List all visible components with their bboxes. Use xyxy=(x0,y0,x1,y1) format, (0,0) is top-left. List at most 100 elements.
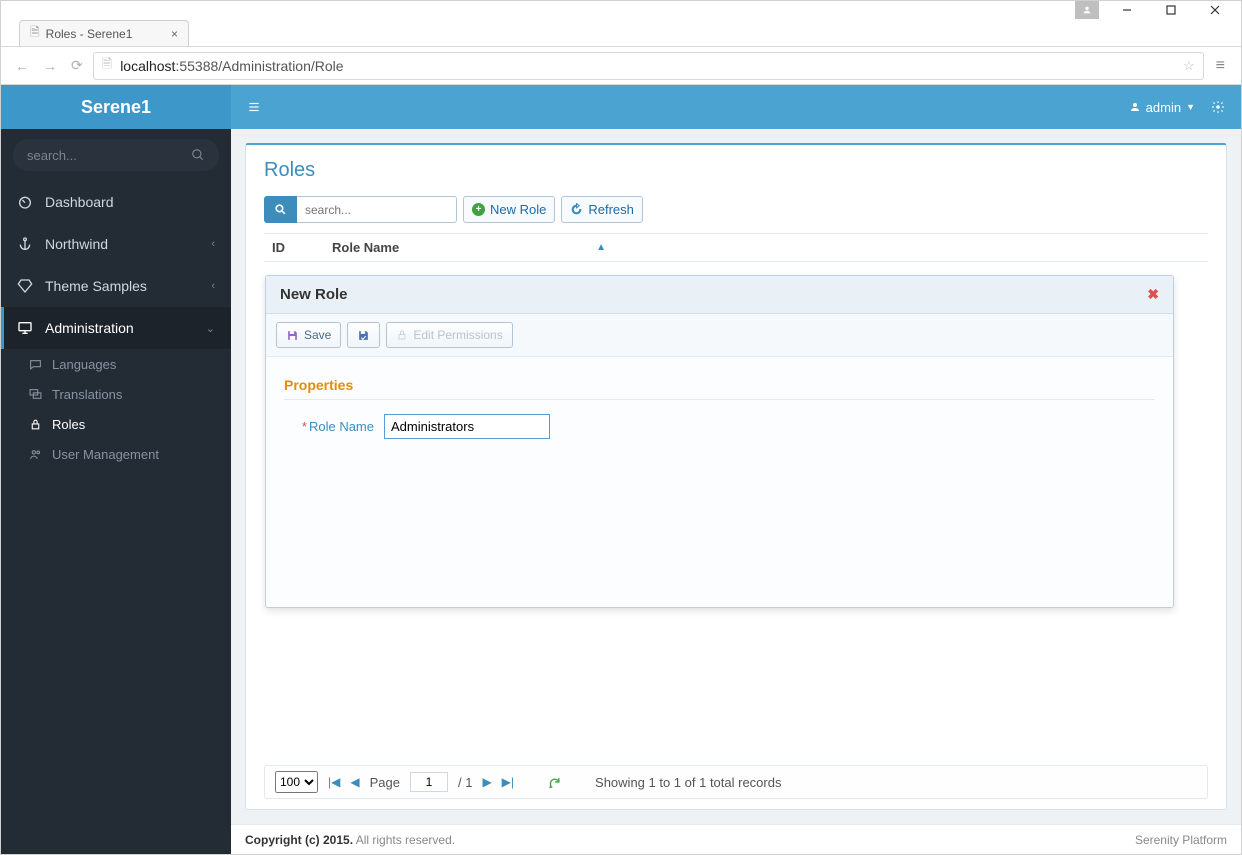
os-user-badge xyxy=(1075,1,1099,19)
main-area: Roles + New Role xyxy=(231,129,1241,824)
save-button[interactable]: Save xyxy=(276,322,341,348)
button-label: Edit Permissions xyxy=(413,328,502,342)
sidebar-search-input[interactable] xyxy=(27,148,169,163)
sidebar-item-themes[interactable]: Theme Samples ‹ xyxy=(1,265,231,307)
sidebar-toggle-button[interactable] xyxy=(247,100,261,114)
address-bar[interactable]: 🗎 localhost:55388/Administration/Role ☆ xyxy=(93,52,1204,80)
settings-button[interactable] xyxy=(1211,100,1225,114)
pager-summary: Showing 1 to 1 of 1 total records xyxy=(595,775,781,790)
pager: 100 |◀ ◀ Page / 1 ▶ ▶| Showing 1 to xyxy=(264,765,1208,799)
platform-label: Serenity Platform xyxy=(1135,833,1227,847)
user-menu[interactable]: admin ▼ xyxy=(1129,100,1195,115)
minimize-button[interactable] xyxy=(1105,1,1149,19)
close-window-button[interactable] xyxy=(1193,1,1237,19)
gears-icon xyxy=(1211,100,1225,114)
url-text: localhost:55388/Administration/Role xyxy=(120,58,343,74)
submenu-item-roles[interactable]: Roles xyxy=(1,409,231,439)
page-size-select[interactable]: 100 xyxy=(275,771,318,793)
disk-check-icon xyxy=(357,329,370,342)
browser-tabs: 🗎 Roles - Serene1 × xyxy=(1,19,1241,47)
footer: Copyright (c) 2015. All rights reserved.… xyxy=(231,824,1241,854)
role-name-input[interactable] xyxy=(384,414,550,439)
submenu-label: Roles xyxy=(52,417,85,432)
pager-page-input[interactable] xyxy=(410,772,448,792)
pager-page-label: Page xyxy=(370,775,400,790)
forward-button[interactable]: → xyxy=(39,58,61,74)
sidebar-item-dashboard[interactable]: Dashboard xyxy=(1,181,231,223)
copyright: Copyright (c) 2015. All rights reserved. xyxy=(245,833,455,847)
submenu-label: Translations xyxy=(52,387,122,402)
lock-icon xyxy=(396,329,408,341)
browser-tab[interactable]: 🗎 Roles - Serene1 × xyxy=(19,20,189,46)
column-role-name[interactable]: Role Name ▲ xyxy=(324,234,614,261)
button-label: New Role xyxy=(490,202,546,217)
topbar: admin ▼ xyxy=(231,85,1241,129)
chevron-left-icon: ‹ xyxy=(211,238,215,250)
caret-down-icon: ▼ xyxy=(1186,102,1195,112)
lock-icon xyxy=(29,418,42,431)
role-name-label: *Role Name xyxy=(284,419,374,434)
roles-panel: Roles + New Role xyxy=(245,143,1227,810)
search-icon xyxy=(274,203,287,216)
submenu-label: Languages xyxy=(52,357,116,372)
maximize-button[interactable] xyxy=(1149,1,1193,19)
refresh-icon xyxy=(570,203,583,216)
pager-last-button[interactable]: ▶| xyxy=(502,775,514,789)
user-icon xyxy=(1082,5,1092,15)
sort-asc-icon: ▲ xyxy=(596,242,606,253)
back-button[interactable]: ← xyxy=(11,58,33,74)
user-icon xyxy=(1129,101,1141,113)
sidebar-item-label: Theme Samples xyxy=(45,278,147,294)
new-role-button[interactable]: + New Role xyxy=(463,196,555,223)
grid-search-input[interactable] xyxy=(297,196,457,223)
sidebar-menu: Dashboard Northwind ‹ Theme Samples ‹ xyxy=(1,181,231,349)
dialog-toolbar: Save Edit Permissi xyxy=(266,314,1173,357)
sidebar-item-label: Dashboard xyxy=(45,194,114,210)
sidebar-item-northwind[interactable]: Northwind ‹ xyxy=(1,223,231,265)
dialog-header: New Role ✖ xyxy=(266,276,1173,314)
pager-first-button[interactable]: |◀ xyxy=(328,775,340,789)
refresh-button[interactable]: Refresh xyxy=(561,196,643,223)
anchor-icon xyxy=(17,236,33,252)
sidebar-item-administration[interactable]: Administration ⌄ xyxy=(1,307,231,349)
page-icon: 🗎 xyxy=(102,55,112,77)
dialog-close-button[interactable]: ✖ xyxy=(1147,286,1159,303)
browser-menu-button[interactable]: ≡ xyxy=(1210,57,1231,75)
dashboard-icon xyxy=(17,194,33,210)
button-label: Save xyxy=(304,328,331,342)
dialog-body: Properties *Role Name xyxy=(266,357,1173,607)
os-titlebar xyxy=(1,1,1241,19)
content: admin ▼ Roles xyxy=(231,85,1241,854)
pager-next-button[interactable]: ▶ xyxy=(482,775,491,789)
grid-header: ID Role Name ▲ xyxy=(264,233,1208,262)
pager-refresh-button[interactable] xyxy=(548,776,561,789)
tab-close-button[interactable]: × xyxy=(171,27,178,41)
search-icon[interactable] xyxy=(191,148,205,162)
bookmark-icon[interactable]: ☆ xyxy=(1183,58,1195,74)
username: admin xyxy=(1146,100,1181,115)
chevron-left-icon: ‹ xyxy=(211,280,215,292)
submenu-item-languages[interactable]: Languages xyxy=(1,349,231,379)
reload-button[interactable]: ⟳ xyxy=(67,57,87,74)
submenu-item-users[interactable]: User Management xyxy=(1,439,231,469)
submenu-item-translations[interactable]: Translations xyxy=(1,379,231,409)
grid-search-button[interactable] xyxy=(264,196,297,223)
sidebar-search xyxy=(1,129,231,181)
role-name-row: *Role Name xyxy=(284,414,1155,439)
submenu-label: User Management xyxy=(52,447,159,462)
comment-icon xyxy=(29,358,42,371)
close-icon xyxy=(1210,5,1220,15)
dialog-title: New Role xyxy=(280,286,348,303)
brand: Serene1 xyxy=(1,85,231,129)
disk-icon xyxy=(286,329,299,342)
button-label: Refresh xyxy=(588,202,634,217)
window: 🗎 Roles - Serene1 × ← → ⟳ 🗎 localhost:55… xyxy=(0,0,1242,855)
save-close-button[interactable] xyxy=(347,322,380,348)
pager-prev-button[interactable]: ◀ xyxy=(350,775,359,789)
column-id[interactable]: ID xyxy=(264,234,324,261)
new-role-dialog: New Role ✖ Save xyxy=(265,275,1174,608)
minimize-icon xyxy=(1122,5,1132,15)
sidebar: Serene1 Dashboard No xyxy=(1,85,231,854)
column-label: Role Name xyxy=(332,240,399,255)
tab-title: Roles - Serene1 xyxy=(46,27,133,41)
